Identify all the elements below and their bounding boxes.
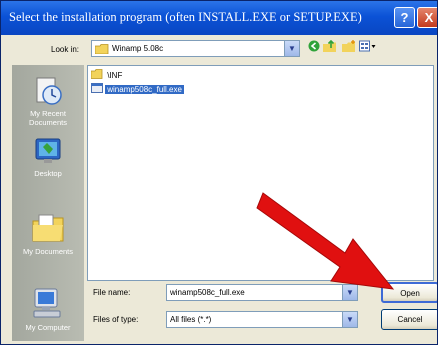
file-type-label: Files of type: [93,315,139,324]
file-name: \INF [107,71,123,80]
place-my-documents[interactable]: My Documents [12,213,84,256]
up-folder-button[interactable] [322,39,338,56]
file-type-select[interactable]: All files (*.*) ▼ [166,311,358,328]
close-button[interactable]: X [417,7,437,28]
window-title: Select the installation program (often I… [9,10,362,24]
place-label: My Documents [22,247,73,256]
cancel-button[interactable]: Cancel [381,309,437,330]
look-in-value: Winamp 5.08c [112,44,164,53]
my-documents-icon [32,214,64,242]
look-in-label: Look in: [51,45,80,54]
my-computer-icon [33,288,61,318]
look-in-dropdown-button[interactable]: ▼ [284,41,299,56]
file-name-value: winamp508c_full.exe [170,288,245,297]
file-type-value: All files (*.*) [170,315,212,324]
file-list[interactable]: \INF winamp508c_full.exe [87,65,434,281]
back-button[interactable] [306,40,322,56]
place-recent-documents[interactable]: My Recent Documents [12,75,84,127]
close-icon: X [424,10,434,25]
file-name-input[interactable]: winamp508c_full.exe ▼ [166,284,358,301]
recent-documents-icon [36,77,62,105]
place-my-computer[interactable]: My Computer [12,287,84,332]
new-folder-icon [342,40,355,52]
view-menu-button[interactable] [359,40,377,56]
chevron-down-icon: ▼ [346,288,354,297]
look-in-combo[interactable]: Winamp 5.08c ▼ [91,40,300,57]
cancel-button-label: Cancel [397,315,423,324]
chevron-down-icon: ▼ [346,315,354,324]
desktop-icon [35,138,61,163]
place-label: Desktop [34,169,62,178]
folder-icon [95,44,109,54]
up-folder-icon [323,39,336,52]
file-name-dropdown-button[interactable]: ▼ [342,285,357,300]
title-bar: Select the installation program (often I… [1,1,437,35]
open-file-dialog: Select the installation program (often I… [0,0,438,345]
file-type-dropdown-button[interactable]: ▼ [342,312,357,327]
view-menu-icon [359,40,376,52]
list-item-folder[interactable]: \INF [90,69,124,81]
place-desktop[interactable]: Desktop [12,137,84,178]
list-item-file[interactable]: winamp508c_full.exe [91,83,184,95]
open-button[interactable]: Open [381,282,437,303]
open-button-label: Open [400,289,420,298]
folder-icon [90,69,103,79]
places-bar: My Recent Documents Desktop My Documents [12,65,84,341]
back-icon [308,40,320,52]
application-icon [91,83,103,93]
place-label: My Recent Documents [29,109,67,127]
file-name-label: File name: [93,288,131,297]
place-label: My Computer [25,323,71,332]
file-name: winamp508c_full.exe [105,85,184,94]
chevron-down-icon: ▼ [288,44,296,53]
new-folder-button[interactable] [341,40,357,56]
help-button[interactable]: ? [394,7,415,28]
help-icon: ? [400,10,409,25]
